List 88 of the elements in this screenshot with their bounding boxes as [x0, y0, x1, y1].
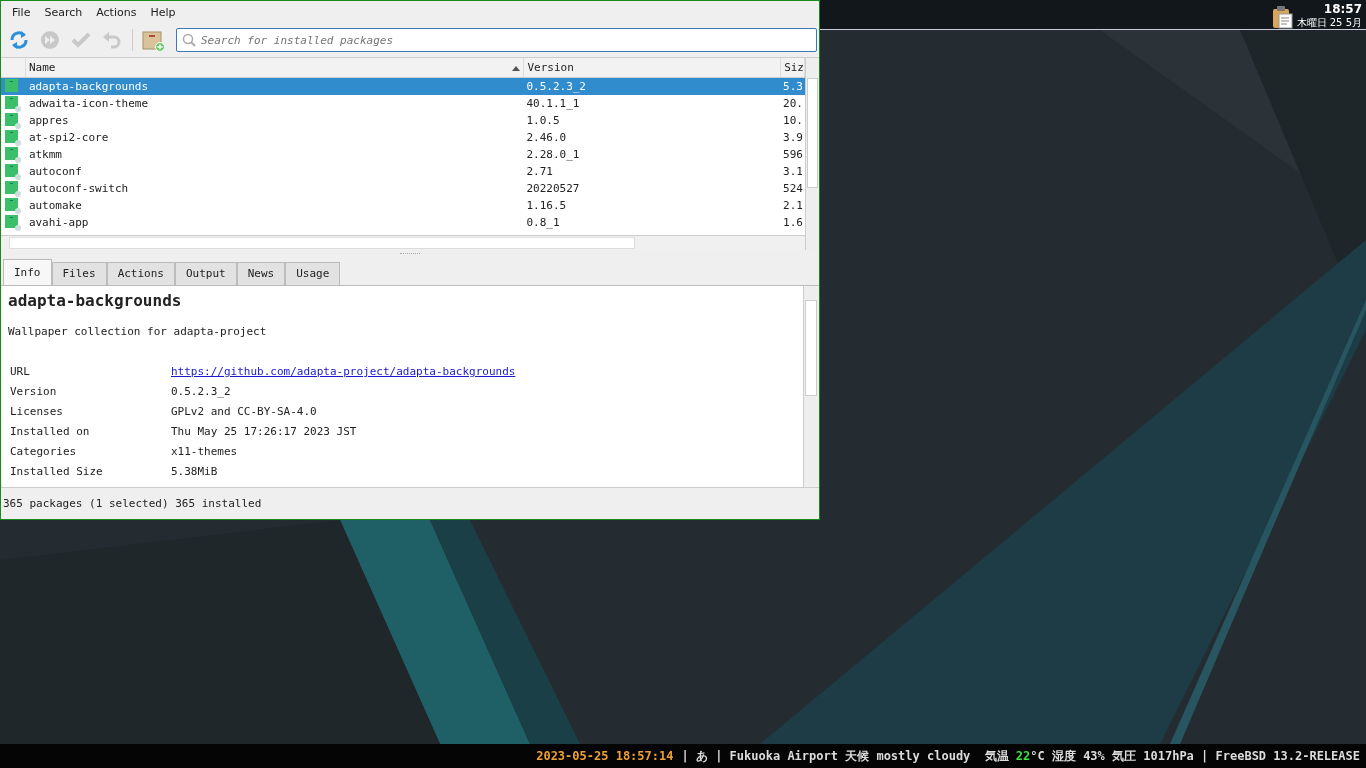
package-icon [5, 146, 21, 163]
table-row[interactable]: adwaita-icon-theme 40.1.1_1 20. [1, 95, 805, 112]
status-text: 22 [1014, 749, 1031, 763]
clock-time: 18:57 [1323, 1, 1362, 17]
table-cell-text: 3.1 [783, 165, 804, 178]
package-icon [5, 180, 21, 197]
tab[interactable]: News [236, 262, 286, 285]
table-cell-text: 1.16.5 [526, 199, 568, 212]
fast-forward-icon [39, 29, 61, 51]
table-cell-text: adwaita-icon-theme [28, 97, 150, 110]
table-cell-text: automake [28, 199, 83, 212]
package-icon [5, 95, 21, 112]
tab[interactable]: Files [51, 262, 107, 285]
field-label: Version [10, 385, 58, 399]
menu-item[interactable]: Search [37, 5, 90, 19]
search-field[interactable]: Search for installed packages [176, 28, 817, 52]
table-cell-text: appres [28, 114, 70, 127]
tab[interactable]: Output [175, 262, 237, 285]
table-cell-text: 596 [783, 148, 804, 161]
sort-arrow-icon [512, 64, 521, 71]
package-title: adapta-backgrounds [8, 291, 183, 311]
field-label: URL [10, 365, 31, 379]
table-cell-text: avahi-app [28, 216, 90, 229]
field-value: GPLv2 and CC-BY-SA-4.0 [171, 405, 318, 419]
package-icon [5, 214, 21, 231]
status-text: | あ | Fukuoka Airport 天候 mostly cloudy 気温 [680, 747, 1009, 765]
table-cell-text: 0.5.2.3_2 [526, 80, 587, 93]
table-cell-text: adapta-backgrounds [28, 80, 150, 93]
table-cell-text: 1.6 [783, 216, 804, 229]
table-cell-text: at-spi2-core [28, 131, 110, 144]
table-cell-text: 2.1 [783, 199, 804, 212]
table-row[interactable]: appres 1.0.5 10. [1, 112, 805, 129]
field-label: Categories [10, 445, 78, 459]
clock-date: 木曜日 25 5月 [1296, 17, 1362, 29]
tab[interactable]: Info [3, 259, 52, 285]
status-text: 2023-05-25 18:57:14 [536, 749, 674, 763]
field-value: 5.38MiB [171, 465, 219, 479]
table-cell-text: 20220527 [526, 182, 581, 195]
table-row[interactable]: adapta-backgrounds 0.5.2.3_2 5.3 [1, 78, 805, 95]
refresh-icon [8, 29, 30, 51]
menu-item[interactable]: Actions [89, 5, 144, 19]
table-cell-text: 2.71 [526, 165, 554, 178]
table-cell-text: 0.8_1 [526, 216, 561, 229]
table-cell-text: 5.3 [783, 80, 804, 93]
table-cell-text: autoconf [28, 165, 83, 178]
url-link[interactable]: https://github.com/adapta-project/adapta-backgrounds [171, 365, 797, 379]
table-cell-text: 3.9 [783, 131, 804, 144]
status-text: °C 湿度 43% 気圧 1017hPa | FreeBSD 13.2-RELEASE [1030, 747, 1360, 765]
field-label: Installed on [10, 425, 91, 439]
package-icon [5, 197, 21, 214]
package-add-icon [142, 29, 164, 51]
table-row[interactable]: automake 1.16.5 2.1 [1, 197, 805, 214]
table-row[interactable]: autoconf-switch 20220527 524 [1, 180, 805, 197]
table-cell-text: 40.1.1_1 [526, 97, 581, 110]
table-cell-text: 2.28.0_1 [526, 148, 581, 161]
table-row[interactable]: autoconf 2.71 3.1 [1, 163, 805, 180]
status-text: 365 packages (1 selected) 365 installed [3, 497, 262, 510]
table-cell-text: 10. [783, 114, 804, 127]
table-cell-text: atkmm [28, 148, 63, 161]
table-cell-text: 1.0.5 [526, 114, 561, 127]
package-icon [5, 78, 21, 95]
table-row[interactable]: avahi-app 0.8_1 1.6 [1, 214, 805, 231]
column-header[interactable]: Version [524, 58, 782, 77]
menu-item[interactable]: Help [143, 5, 183, 19]
table-cell-text: autoconf-switch [28, 182, 130, 195]
table-cell-text: 20. [783, 97, 804, 110]
undo-icon [101, 29, 123, 51]
field-label: Licenses [10, 405, 64, 419]
column-header[interactable]: Name [25, 58, 525, 77]
table-row[interactable]: at-spi2-core 2.46.0 3.9 [1, 129, 805, 146]
vertical-scrollbar[interactable] [803, 286, 818, 487]
tab[interactable]: Actions [106, 262, 175, 285]
field-label: Installed Size [10, 465, 104, 479]
table-cell-text: 2.46.0 [526, 131, 568, 144]
field-value: x11-themes [171, 445, 239, 459]
menu-item[interactable]: File [5, 5, 38, 19]
field-value: Thu May 25 17:26:17 2023 JST [171, 425, 358, 439]
field-value: 0.5.2.3_2 [171, 385, 232, 399]
search-icon [182, 33, 196, 47]
clipboard-icon [1270, 5, 1293, 29]
package-description: Wallpaper collection for adapta-project [8, 325, 268, 338]
package-icon [5, 129, 21, 146]
table-cell-text: 524 [783, 182, 804, 195]
vertical-scrollbar[interactable] [805, 58, 819, 250]
table-row[interactable]: atkmm 2.28.0_1 596 [1, 146, 805, 163]
tab[interactable]: Usage [285, 262, 341, 285]
package-icon [5, 163, 21, 180]
package-icon [5, 112, 21, 129]
